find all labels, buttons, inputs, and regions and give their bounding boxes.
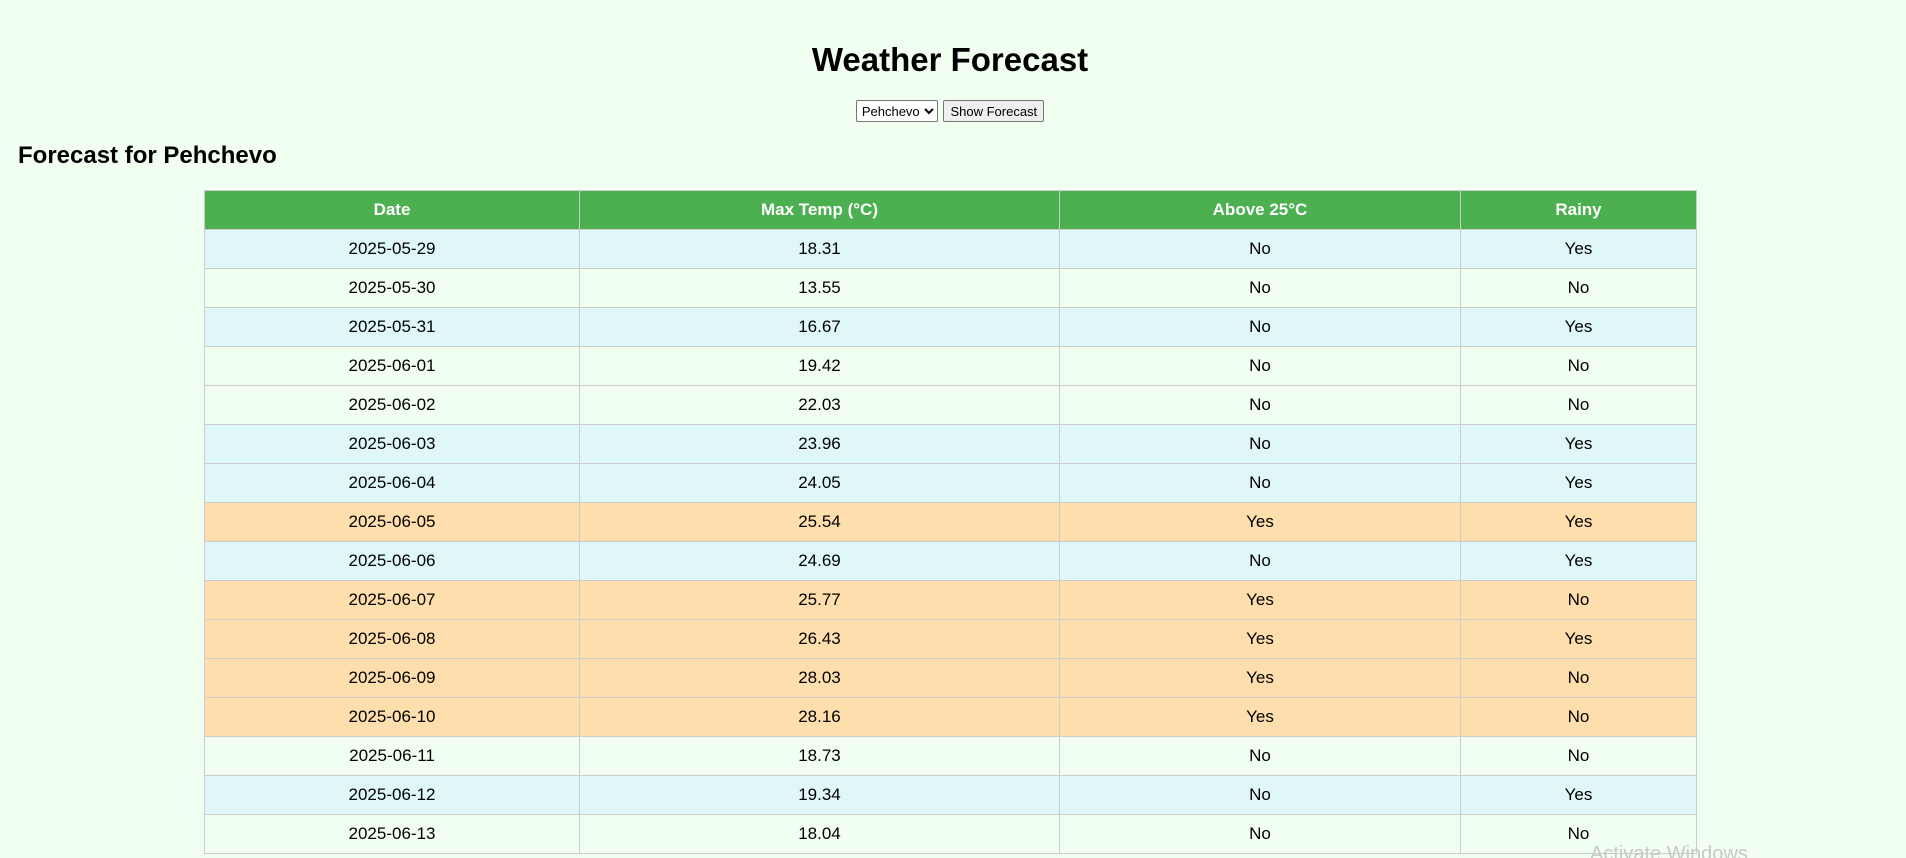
table-row: 2025-06-13 18.04 No No [204, 814, 1697, 854]
cell-rainy: Yes [1460, 424, 1697, 464]
cell-max-temp: 28.03 [579, 658, 1060, 698]
cell-above-25: Yes [1059, 619, 1461, 659]
cell-rainy: No [1460, 580, 1697, 620]
cell-above-25: No [1059, 775, 1461, 815]
cell-rainy: Yes [1460, 541, 1697, 581]
cell-date: 2025-06-09 [204, 658, 580, 698]
cell-max-temp: 28.16 [579, 697, 1060, 737]
table-row: 2025-06-05 25.54 Yes Yes [204, 502, 1697, 542]
cell-date: 2025-06-05 [204, 502, 580, 542]
cell-rainy: Yes [1460, 502, 1697, 542]
table-row: 2025-06-02 22.03 No No [204, 385, 1697, 425]
table-row: 2025-06-03 23.96 No Yes [204, 424, 1697, 464]
cell-rainy: No [1460, 385, 1697, 425]
table-row: 2025-06-12 19.34 No Yes [204, 775, 1697, 815]
cell-rainy: No [1460, 346, 1697, 386]
cell-max-temp: 16.67 [579, 307, 1060, 347]
table-row: 2025-06-07 25.77 Yes No [204, 580, 1697, 620]
page-title: Weather Forecast [811, 41, 1089, 78]
cell-rainy: Yes [1460, 619, 1697, 659]
forecast-table-body: 2025-05-29 18.31 No Yes 2025-05-30 13.55 No No 2… [204, 229, 1697, 854]
table-row: 2025-05-29 18.31 No Yes [204, 229, 1697, 269]
cell-date: 2025-06-11 [204, 736, 580, 776]
cell-above-25: Yes [1059, 697, 1461, 737]
cell-max-temp: 19.42 [579, 346, 1060, 386]
table-row: 2025-05-30 13.55 No No [204, 268, 1697, 308]
table-row: 2025-06-06 24.69 No Yes [204, 541, 1697, 581]
cell-above-25: No [1059, 346, 1461, 386]
cell-max-temp: 25.54 [579, 502, 1060, 542]
forecast-heading: Forecast for Pehchevo [18, 142, 277, 169]
cell-rainy: No [1460, 268, 1697, 308]
cell-above-25: Yes [1059, 502, 1461, 542]
cell-max-temp: 18.04 [579, 814, 1060, 854]
cell-rainy: Yes [1460, 229, 1697, 269]
city-select[interactable]: Pehchevo [855, 100, 938, 122]
table-row: 2025-06-08 26.43 Yes Yes [204, 619, 1697, 659]
cell-above-25: No [1059, 424, 1461, 464]
cell-date: 2025-06-03 [204, 424, 580, 464]
cell-above-25: No [1059, 268, 1461, 308]
cell-rainy: No [1460, 697, 1697, 737]
cell-max-temp: 22.03 [579, 385, 1060, 425]
cell-above-25: No [1059, 736, 1461, 776]
cell-above-25: Yes [1059, 580, 1461, 620]
cell-above-25: Yes [1059, 658, 1461, 698]
cell-date: 2025-06-12 [204, 775, 580, 815]
cell-date: 2025-05-31 [204, 307, 580, 347]
activate-windows-watermark: Activate Windows [1590, 843, 1748, 858]
forecast-table: Date Max Temp (°C) Above 25°C Rainy 2025… [204, 190, 1697, 854]
show-forecast-button[interactable]: Show Forecast [943, 100, 1045, 122]
column-header-rainy: Rainy [1460, 190, 1697, 230]
cell-max-temp: 26.43 [579, 619, 1060, 659]
cell-rainy: No [1460, 658, 1697, 698]
cell-rainy: Yes [1460, 775, 1697, 815]
table-row: 2025-06-04 24.05 No Yes [204, 463, 1697, 503]
forecast-controls: Pehchevo Show Forecast [0, 100, 1900, 122]
cell-above-25: No [1059, 463, 1461, 503]
column-header-date: Date [204, 190, 580, 230]
cell-above-25: No [1059, 541, 1461, 581]
cell-above-25: No [1059, 229, 1461, 269]
cell-date: 2025-06-08 [204, 619, 580, 659]
cell-above-25: No [1059, 307, 1461, 347]
page: Weather Forecast Pehchevo Show Forecast … [0, 0, 1906, 858]
table-row: 2025-06-11 18.73 No No [204, 736, 1697, 776]
cell-date: 2025-06-06 [204, 541, 580, 581]
cell-date: 2025-06-02 [204, 385, 580, 425]
cell-max-temp: 18.31 [579, 229, 1060, 269]
cell-rainy: Yes [1460, 307, 1697, 347]
cell-max-temp: 13.55 [579, 268, 1060, 308]
cell-date: 2025-06-01 [204, 346, 580, 386]
cell-date: 2025-06-07 [204, 580, 580, 620]
cell-max-temp: 19.34 [579, 775, 1060, 815]
cell-above-25: No [1059, 385, 1461, 425]
cell-date: 2025-06-04 [204, 463, 580, 503]
cell-max-temp: 18.73 [579, 736, 1060, 776]
cell-above-25: No [1059, 814, 1461, 854]
column-header-above-25: Above 25°C [1059, 190, 1461, 230]
cell-max-temp: 24.69 [579, 541, 1060, 581]
cell-date: 2025-06-10 [204, 697, 580, 737]
cell-max-temp: 23.96 [579, 424, 1060, 464]
cell-date: 2025-06-13 [204, 814, 580, 854]
cell-date: 2025-05-29 [204, 229, 580, 269]
table-row: 2025-06-01 19.42 No No [204, 346, 1697, 386]
table-row: 2025-05-31 16.67 No Yes [204, 307, 1697, 347]
column-header-max-temp: Max Temp (°C) [579, 190, 1060, 230]
table-header-row: Date Max Temp (°C) Above 25°C Rainy [204, 190, 1697, 230]
table-row: 2025-06-09 28.03 Yes No [204, 658, 1697, 698]
cell-rainy: Yes [1460, 463, 1697, 503]
cell-rainy: No [1460, 736, 1697, 776]
cell-max-temp: 24.05 [579, 463, 1060, 503]
cell-date: 2025-05-30 [204, 268, 580, 308]
cell-max-temp: 25.77 [579, 580, 1060, 620]
table-row: 2025-06-10 28.16 Yes No [204, 697, 1697, 737]
